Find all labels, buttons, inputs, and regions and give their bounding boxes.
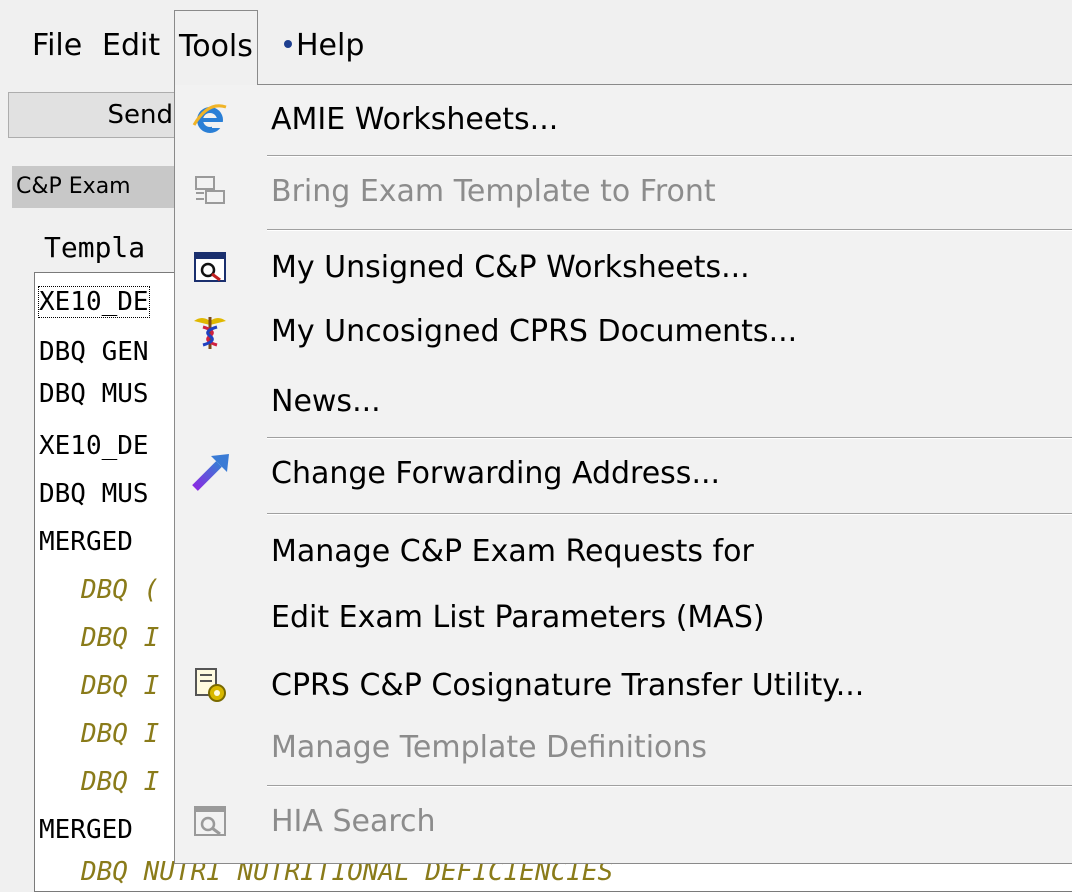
list-item[interactable]: MERGED [39,527,133,557]
list-item[interactable]: DBQ MUS [39,379,149,409]
ie-globe-icon [185,94,235,144]
menu-file[interactable]: File [28,26,86,66]
search-window-icon [185,796,235,846]
send-button[interactable]: Send [8,92,178,138]
menu-tools[interactable]: Tools [174,10,258,85]
tab-cp-exam[interactable]: C&P Exam [12,166,180,208]
menu-item-unsigned-worksheets[interactable]: My Unsigned C&P Worksheets... [175,237,1072,297]
list-item[interactable]: DBQ GEN [39,337,149,367]
menu-item-uncosigned-documents[interactable]: My Uncosigned CPRS Documents... [175,301,1072,361]
menu-item-cosignature-transfer[interactable]: CPRS C&P Cosignature Transfer Utility... [175,655,1072,715]
list-item[interactable]: DBQ I [81,623,159,653]
tools-dropdown-menu: AMIE Worksheets... Bring Exam Template t… [174,84,1072,864]
menu-item-change-forwarding-address[interactable]: Change Forwarding Address... [175,443,1072,503]
menu-help[interactable]: Help [292,26,368,66]
document-gear-icon [185,660,235,710]
template-front-icon [185,166,235,216]
templates-label: Templa [44,231,146,264]
menu-item-news[interactable]: News... [175,371,1072,431]
menu-item-amie-worksheets[interactable]: AMIE Worksheets... [175,89,1072,149]
menu-separator [267,229,1072,231]
menu-separator [267,437,1072,439]
list-item[interactable]: DBQ ( [81,575,159,605]
forward-arrow-icon [185,448,235,498]
list-item[interactable]: DBQ MUS [39,479,149,509]
menu-item-manage-exam-requests[interactable]: Manage C&P Exam Requests for [175,521,1072,581]
list-item[interactable]: DBQ I [81,719,159,749]
menu-separator [267,513,1072,515]
menu-separator [267,785,1072,787]
menu-separator [267,155,1072,157]
menu-item-hia-search[interactable]: HIA Search [175,791,1072,851]
window-search-icon [185,242,235,292]
caret-dot [284,40,292,48]
list-item[interactable]: DBQ I [81,767,159,797]
list-item[interactable]: XE10_DE [39,431,149,461]
menu-item-bring-template-front[interactable]: Bring Exam Template to Front [175,161,1072,221]
menu-bar: File Edit Tools Help [0,0,1072,86]
list-item[interactable]: XE10_DE [38,286,150,318]
menu-item-manage-template-definitions[interactable]: Manage Template Definitions [175,717,1072,777]
menu-item-edit-exam-list-parameters[interactable]: Edit Exam List Parameters (MAS) [175,587,1072,647]
menu-edit[interactable]: Edit [98,26,164,66]
caduceus-icon [185,306,235,356]
list-item[interactable]: DBQ I [81,671,159,701]
list-item[interactable]: MERGED [39,815,133,845]
